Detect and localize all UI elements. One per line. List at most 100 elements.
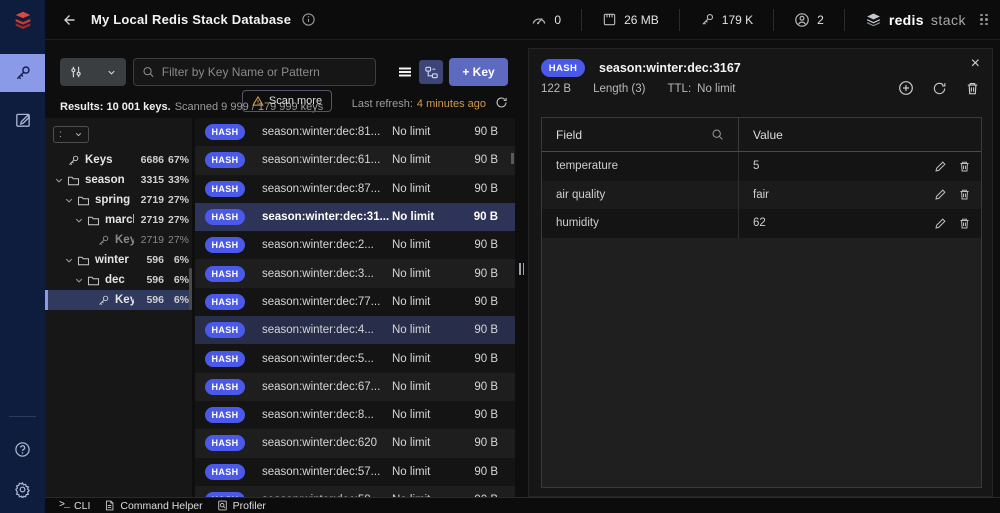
overflow-menu[interactable]	[980, 14, 988, 26]
field-row[interactable]: humidity62	[542, 209, 981, 238]
field-column-header: Field	[542, 118, 739, 151]
add-key-button[interactable]: + Key	[449, 58, 508, 86]
keys-tree-panel: : Keys668667%season331533%spring271927%m…	[45, 118, 192, 497]
search-icon	[142, 65, 155, 79]
tree-item-keys[interactable]: Keys668667%	[45, 150, 192, 170]
tree-item-march[interactable]: march271927%	[45, 210, 192, 230]
tree-item-keys[interactable]: Keys5966%	[45, 290, 192, 310]
key-row[interactable]: HASHseason:winter:dec:2...No limit90 B	[195, 231, 515, 259]
key-ttl[interactable]: TTL:No limit	[668, 83, 736, 95]
tree-item-count: 596	[134, 294, 164, 306]
key-row[interactable]: HASHseason:winter:dec:81...No limit90 B	[195, 118, 515, 146]
redis-logo[interactable]	[0, 0, 45, 40]
key-row[interactable]: HASHseason:winter:dec:620No limit90 B	[195, 429, 515, 457]
tree-item-dec[interactable]: dec5966%	[45, 270, 192, 290]
panel-resize-handle[interactable]	[519, 263, 526, 278]
search-input[interactable]	[162, 65, 367, 79]
close-details-button[interactable]: ×	[971, 55, 980, 73]
key-search[interactable]	[133, 58, 376, 86]
profiler-button[interactable]: Profiler	[217, 500, 266, 512]
storage-icon	[602, 12, 617, 27]
filter-type-dropdown[interactable]	[60, 58, 126, 86]
key-row-name: season:winter:dec:620	[262, 437, 392, 449]
refresh-button[interactable]	[495, 96, 508, 112]
field-row[interactable]: temperature5	[542, 152, 981, 181]
edit-field-button[interactable]	[934, 188, 947, 201]
delete-field-button[interactable]	[958, 188, 971, 201]
delimiter-dropdown[interactable]: :	[53, 126, 89, 143]
key-row-ttl: No limit	[392, 353, 467, 365]
chevron-down-icon[interactable]	[73, 215, 85, 226]
tree-item-season[interactable]: season331533%	[45, 170, 192, 190]
key-row[interactable]: HASHseason:winter:dec:5...No limit90 B	[195, 344, 515, 372]
field-name: air quality	[542, 181, 739, 210]
chevron-down-icon[interactable]	[73, 275, 85, 286]
key-row[interactable]: HASHseason:winter:dec:87...No limit90 B	[195, 175, 515, 203]
nav-help[interactable]	[0, 429, 45, 469]
chevron-down-icon	[74, 130, 83, 139]
delete-field-button[interactable]	[958, 160, 971, 173]
stack-icon	[865, 11, 882, 28]
tree-item-count: 6686	[134, 154, 164, 166]
stat-memory: 26 MB	[582, 9, 680, 31]
list-view-icon	[397, 64, 413, 80]
key-row[interactable]: HASHseason:winter:dec:31...No limit90 B	[195, 203, 515, 231]
key-row-size: 90 B	[467, 437, 515, 449]
chevron-down-icon[interactable]	[63, 195, 75, 206]
trash-icon	[965, 81, 980, 96]
tree-scrollbar[interactable]	[189, 268, 192, 310]
key-type-badge: HASH	[205, 294, 245, 310]
cli-button[interactable]: >_ CLI	[59, 500, 90, 512]
tree-view-icon	[424, 65, 439, 80]
key-row-size: 90 B	[467, 296, 515, 308]
scan-more-button[interactable]: Scan more	[242, 90, 332, 112]
key-row[interactable]: HASHseason:winter:dec:8...No limit90 B	[195, 401, 515, 429]
users-icon	[794, 12, 810, 28]
key-row[interactable]: HASHseason:winter:dec:58...No limit90 B	[195, 486, 515, 497]
plus-circle-icon	[898, 80, 914, 96]
refresh-key-button[interactable]	[932, 81, 947, 96]
folder-icon	[77, 254, 90, 267]
edit-icon	[934, 160, 947, 173]
chevron-down-icon[interactable]	[53, 175, 65, 186]
tree-view-button[interactable]	[419, 60, 443, 84]
key-type-badge: HASH	[205, 124, 245, 140]
nav-browser[interactable]	[0, 54, 45, 92]
key-row[interactable]: HASHseason:winter:dec:4...No limit90 B	[195, 316, 515, 344]
tree-item-spring[interactable]: spring271927%	[45, 190, 192, 210]
tree-item-label: Keys	[115, 294, 134, 306]
back-button[interactable]	[61, 12, 77, 28]
search-field-icon[interactable]	[711, 128, 724, 141]
key-row[interactable]: HASHseason:winter:dec:67...No limit90 B	[195, 373, 515, 401]
key-row[interactable]: HASHseason:winter:dec:77...No limit90 B	[195, 288, 515, 316]
key-row-name: season:winter:dec:8...	[262, 409, 392, 421]
key-row-size: 90 B	[467, 126, 515, 138]
key-type-badge: HASH	[205, 351, 245, 367]
delete-key-button[interactable]	[965, 81, 980, 96]
command-helper-button[interactable]: Command Helper	[104, 500, 202, 512]
key-row[interactable]: HASHseason:winter:dec:57...No limit90 B	[195, 458, 515, 486]
info-icon[interactable]	[301, 12, 316, 27]
chevron-down-icon[interactable]	[63, 255, 75, 266]
add-field-button[interactable]	[898, 80, 914, 96]
tree-item-keys[interactable]: Keys271927%	[45, 230, 192, 250]
tree-item-label: season	[85, 174, 134, 186]
trash-icon	[958, 188, 971, 201]
list-view-button[interactable]	[393, 60, 417, 84]
keylist-scrollbar[interactable]	[511, 153, 514, 164]
tree-item-winter[interactable]: winter5966%	[45, 250, 192, 270]
field-row[interactable]: air qualityfair	[542, 181, 981, 210]
key-row[interactable]: HASHseason:winter:dec:3...No limit90 B	[195, 259, 515, 287]
fields-table: Field Value temperature5air qualityfairh…	[541, 117, 982, 488]
tree-item-label: march	[105, 214, 134, 226]
delete-field-button[interactable]	[958, 217, 971, 230]
tree-item-percent: 6%	[164, 254, 189, 266]
nav-workbench[interactable]	[0, 100, 45, 140]
nav-settings[interactable]	[0, 469, 45, 509]
edit-field-button[interactable]	[934, 217, 947, 230]
stat-clients: 2	[774, 9, 845, 31]
field-value: fair	[739, 189, 934, 201]
key-row[interactable]: HASHseason:winter:dec:61...No limit90 B	[195, 146, 515, 174]
key-name[interactable]: season:winter:dec:3167	[599, 61, 741, 75]
edit-field-button[interactable]	[934, 160, 947, 173]
